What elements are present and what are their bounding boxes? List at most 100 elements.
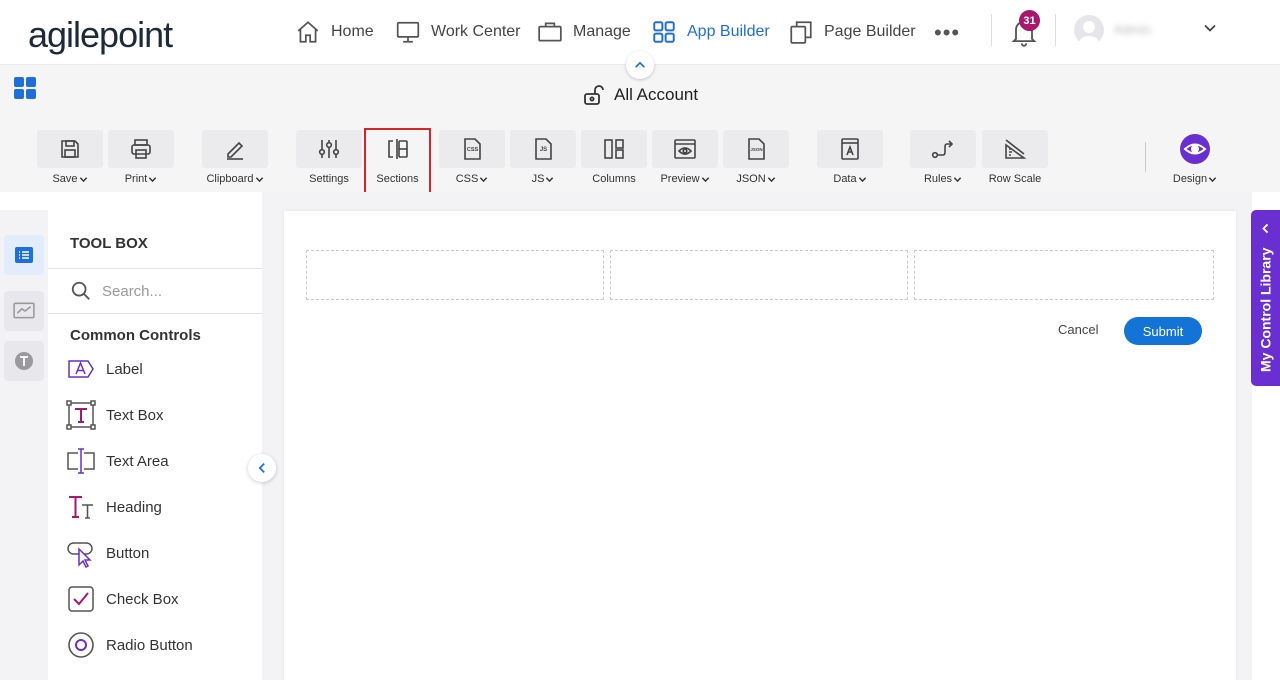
toolbox-search-input[interactable]	[102, 280, 252, 302]
control-check-box[interactable]: Check Box	[66, 584, 179, 614]
print-icon	[131, 139, 151, 159]
toolbar-divider	[1145, 142, 1146, 172]
username[interactable]: Admin	[1114, 22, 1158, 38]
js-button[interactable]: JS JS	[510, 130, 576, 188]
control-radio-button[interactable]: Radio Button	[66, 630, 193, 660]
form-section-cell[interactable]	[306, 250, 604, 300]
button-icon	[67, 542, 93, 568]
divider	[48, 268, 262, 269]
rules-button[interactable]: Rules	[910, 130, 976, 188]
caret-down-icon	[79, 176, 87, 182]
collapse-header-button[interactable]	[626, 51, 654, 79]
row-scale-button[interactable]: Row Scale	[982, 130, 1048, 188]
print-button[interactable]: Print	[108, 130, 174, 188]
cancel-button[interactable]: Cancel	[1058, 322, 1098, 337]
save-label: Save	[52, 173, 78, 185]
caret-down-icon	[149, 176, 157, 182]
nav-page-builder-label: Page Builder	[824, 23, 916, 40]
caret-down-icon	[858, 176, 866, 182]
search-icon	[71, 281, 90, 300]
nav-app-builder[interactable]: App Builder	[651, 18, 770, 46]
control-button[interactable]: Button	[66, 538, 149, 568]
caret-down-icon	[767, 176, 775, 182]
nav-manage[interactable]: Manage	[537, 18, 631, 46]
caret-down-icon	[255, 176, 263, 182]
nav-home[interactable]: Home	[295, 18, 374, 46]
nav-page-builder[interactable]: Page Builder	[788, 18, 916, 46]
js-label: JS	[531, 173, 545, 185]
user-avatar[interactable]	[1074, 15, 1104, 45]
rail-analytics-button[interactable]	[4, 291, 44, 331]
app-launcher-icon[interactable]	[14, 77, 36, 99]
control-text-box[interactable]: Text Box	[66, 400, 164, 430]
form-title-text: All Account	[614, 85, 699, 104]
nav-work-center-label: Work Center	[431, 23, 521, 40]
save-button[interactable]: Save	[37, 130, 103, 188]
chevron-down-icon[interactable]	[1202, 20, 1218, 36]
svg-text:JS: JS	[540, 147, 547, 153]
control-check-box-text: Check Box	[106, 590, 179, 608]
nav-app-builder-label: App Builder	[687, 23, 770, 40]
data-label: Data	[833, 173, 857, 185]
form-canvas: Cancel Submit	[284, 211, 1236, 680]
briefcase-icon	[538, 22, 562, 42]
form-title: All Account	[582, 83, 698, 107]
pages-icon	[790, 21, 812, 44]
data-button[interactable]: Data	[817, 130, 883, 188]
form-title-bar: All Account	[0, 51, 1280, 122]
settings-button[interactable]: Settings	[296, 130, 362, 188]
my-control-library-tab[interactable]: My Control Library	[1251, 210, 1280, 386]
agilepoint-logo[interactable]: agilepoint	[28, 14, 173, 56]
control-heading-text: Heading	[106, 498, 162, 516]
chart-monitor-icon	[13, 302, 35, 319]
data-icon	[841, 138, 859, 160]
json-button[interactable]: JSON JSON	[723, 130, 789, 188]
control-text-area[interactable]: Text Area	[66, 446, 169, 476]
more-menu-icon[interactable]: •••	[934, 20, 960, 46]
toolbox-panel: TOOL BOX Common Controls Label Text Box …	[48, 210, 262, 680]
preview-icon	[674, 139, 696, 159]
clipboard-button[interactable]: Clipboard	[202, 130, 268, 188]
textbox-icon	[66, 400, 96, 430]
monitor-icon	[396, 21, 420, 43]
save-icon	[61, 140, 79, 158]
svg-text:CSS: CSS	[467, 147, 479, 153]
radio-icon	[68, 632, 94, 658]
checkbox-icon	[68, 586, 94, 612]
columns-button[interactable]: Columns	[581, 130, 647, 188]
text-circle-icon	[15, 352, 33, 370]
print-label: Print	[124, 173, 148, 185]
my-control-library-label: My Control Library	[1257, 247, 1274, 373]
chevron-up-icon	[635, 61, 645, 68]
collapse-toolbox-button[interactable]	[248, 454, 276, 482]
css-file-icon: CSS	[464, 138, 481, 160]
json-label: JSON	[736, 173, 766, 185]
nav-work-center[interactable]: Work Center	[395, 18, 521, 46]
unlock-icon[interactable]	[582, 83, 606, 107]
columns-icon	[604, 139, 624, 159]
form-section-cell[interactable]	[914, 250, 1214, 300]
sections-button[interactable]: Sections	[364, 128, 431, 195]
nav-home-label: Home	[331, 23, 374, 40]
list-icon	[15, 247, 33, 263]
caret-down-icon	[1208, 176, 1217, 182]
control-heading[interactable]: Heading	[66, 492, 162, 522]
js-file-icon: JS	[535, 138, 552, 160]
design-label: Design	[1172, 173, 1208, 185]
design-button[interactable]: Design	[1162, 130, 1228, 188]
control-text-box-text: Text Box	[106, 406, 164, 424]
css-label: CSS	[455, 173, 479, 185]
control-button-text: Button	[106, 544, 150, 562]
user-silhouette-icon	[1079, 21, 1099, 45]
clipboard-label: Clipboard	[206, 173, 254, 185]
rail-text-button[interactable]	[4, 341, 44, 381]
preview-button[interactable]: Preview	[652, 130, 718, 188]
form-section-cell[interactable]	[610, 250, 908, 300]
control-label[interactable]: Label	[66, 354, 143, 384]
eye-icon	[1183, 143, 1207, 155]
css-button[interactable]: CSS CSS	[439, 130, 505, 188]
submit-button[interactable]: Submit	[1124, 317, 1202, 345]
sections-icon	[387, 139, 408, 159]
textarea-icon	[67, 448, 95, 474]
rail-toolbox-button[interactable]	[4, 235, 44, 275]
